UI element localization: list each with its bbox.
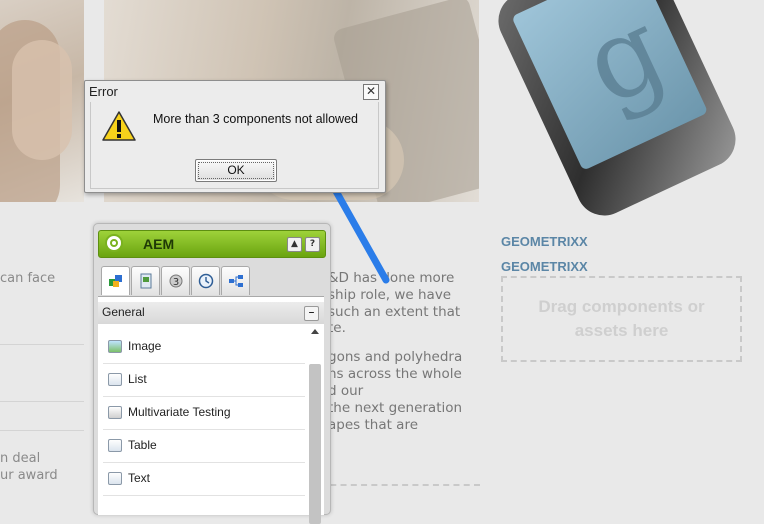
error-dialog: Error ✕ More than 3 components not allow… bbox=[84, 80, 386, 193]
dialog-message: More than 3 components not allowed bbox=[153, 112, 358, 126]
geometrixx-link[interactable]: GEOMETRIXX bbox=[501, 234, 588, 249]
divider bbox=[0, 430, 84, 431]
ok-button[interactable]: OK bbox=[195, 159, 277, 182]
body-text-8: the next generation bbox=[328, 400, 463, 416]
components-icon bbox=[108, 275, 122, 287]
component-item-text[interactable]: Text bbox=[103, 463, 305, 496]
warning-icon bbox=[102, 111, 136, 141]
body-text-3: such an extent that bbox=[328, 304, 461, 320]
scroll-up-icon[interactable] bbox=[311, 329, 319, 334]
body-text-5: gons and polyhedra bbox=[328, 349, 463, 365]
collapse-section-icon[interactable]: – bbox=[304, 306, 319, 321]
component-label: Table bbox=[128, 438, 157, 452]
divider bbox=[0, 401, 84, 402]
divider bbox=[0, 344, 84, 345]
workflow-icon: 3 bbox=[169, 274, 182, 288]
component-item-list[interactable]: List bbox=[103, 364, 305, 397]
component-label: Multivariate Testing bbox=[128, 405, 231, 419]
body-text-9: apes that are bbox=[328, 417, 419, 433]
site-tab[interactable] bbox=[221, 266, 250, 295]
component-label: Image bbox=[128, 339, 162, 353]
dialog-content: More than 3 components not allowed OK bbox=[90, 102, 379, 189]
left-text-1: can face bbox=[0, 271, 56, 286]
body-text-7: d our bbox=[328, 383, 364, 399]
drop-zone-label: Drag components or assets here bbox=[538, 297, 705, 340]
list-icon bbox=[108, 373, 122, 386]
component-item-image[interactable]: Image bbox=[103, 331, 305, 364]
component-label: List bbox=[128, 372, 147, 386]
sidekick-title: AEM bbox=[143, 236, 175, 252]
multivariate-icon bbox=[108, 406, 122, 419]
body-text-6: ns across the whole bbox=[328, 366, 462, 382]
aem-logo-icon bbox=[105, 234, 123, 252]
body-text-2: ship role, we have bbox=[328, 287, 452, 303]
geometrixx-link[interactable]: GEOMETRIXX bbox=[501, 259, 588, 274]
section-header-general[interactable]: General – bbox=[98, 302, 324, 324]
section-label: General bbox=[102, 305, 145, 319]
page-icon bbox=[140, 273, 151, 289]
drop-zone[interactable] bbox=[320, 484, 480, 506]
components-panel: General – Image List Multivariate Testin… bbox=[98, 296, 324, 524]
component-item-table[interactable]: Table bbox=[103, 430, 305, 463]
image-icon bbox=[108, 340, 122, 353]
left-text-2: n deal bbox=[0, 451, 41, 466]
table-icon bbox=[108, 439, 122, 452]
components-tab[interactable] bbox=[101, 266, 130, 295]
component-item-multivariate-testing[interactable]: Multivariate Testing bbox=[103, 397, 305, 430]
hero-image-left bbox=[0, 0, 84, 202]
drop-zone[interactable]: Drag components or assets here bbox=[501, 276, 742, 362]
phone-image: g bbox=[489, 0, 745, 225]
dialog-title: Error bbox=[89, 84, 118, 99]
sitemap-icon bbox=[228, 275, 243, 287]
scrollbar-thumb[interactable] bbox=[309, 364, 321, 524]
close-icon[interactable]: ✕ bbox=[363, 84, 379, 100]
text-icon bbox=[108, 472, 122, 485]
left-text-3: ur award bbox=[0, 468, 58, 483]
page-tab[interactable] bbox=[131, 266, 160, 295]
workflow-tab[interactable]: 3 bbox=[161, 266, 190, 295]
scrollbar[interactable] bbox=[308, 324, 322, 524]
versioning-tab[interactable] bbox=[191, 266, 220, 295]
component-label: Text bbox=[128, 471, 151, 485]
svg-text:3: 3 bbox=[172, 277, 178, 288]
clock-icon bbox=[198, 273, 213, 289]
